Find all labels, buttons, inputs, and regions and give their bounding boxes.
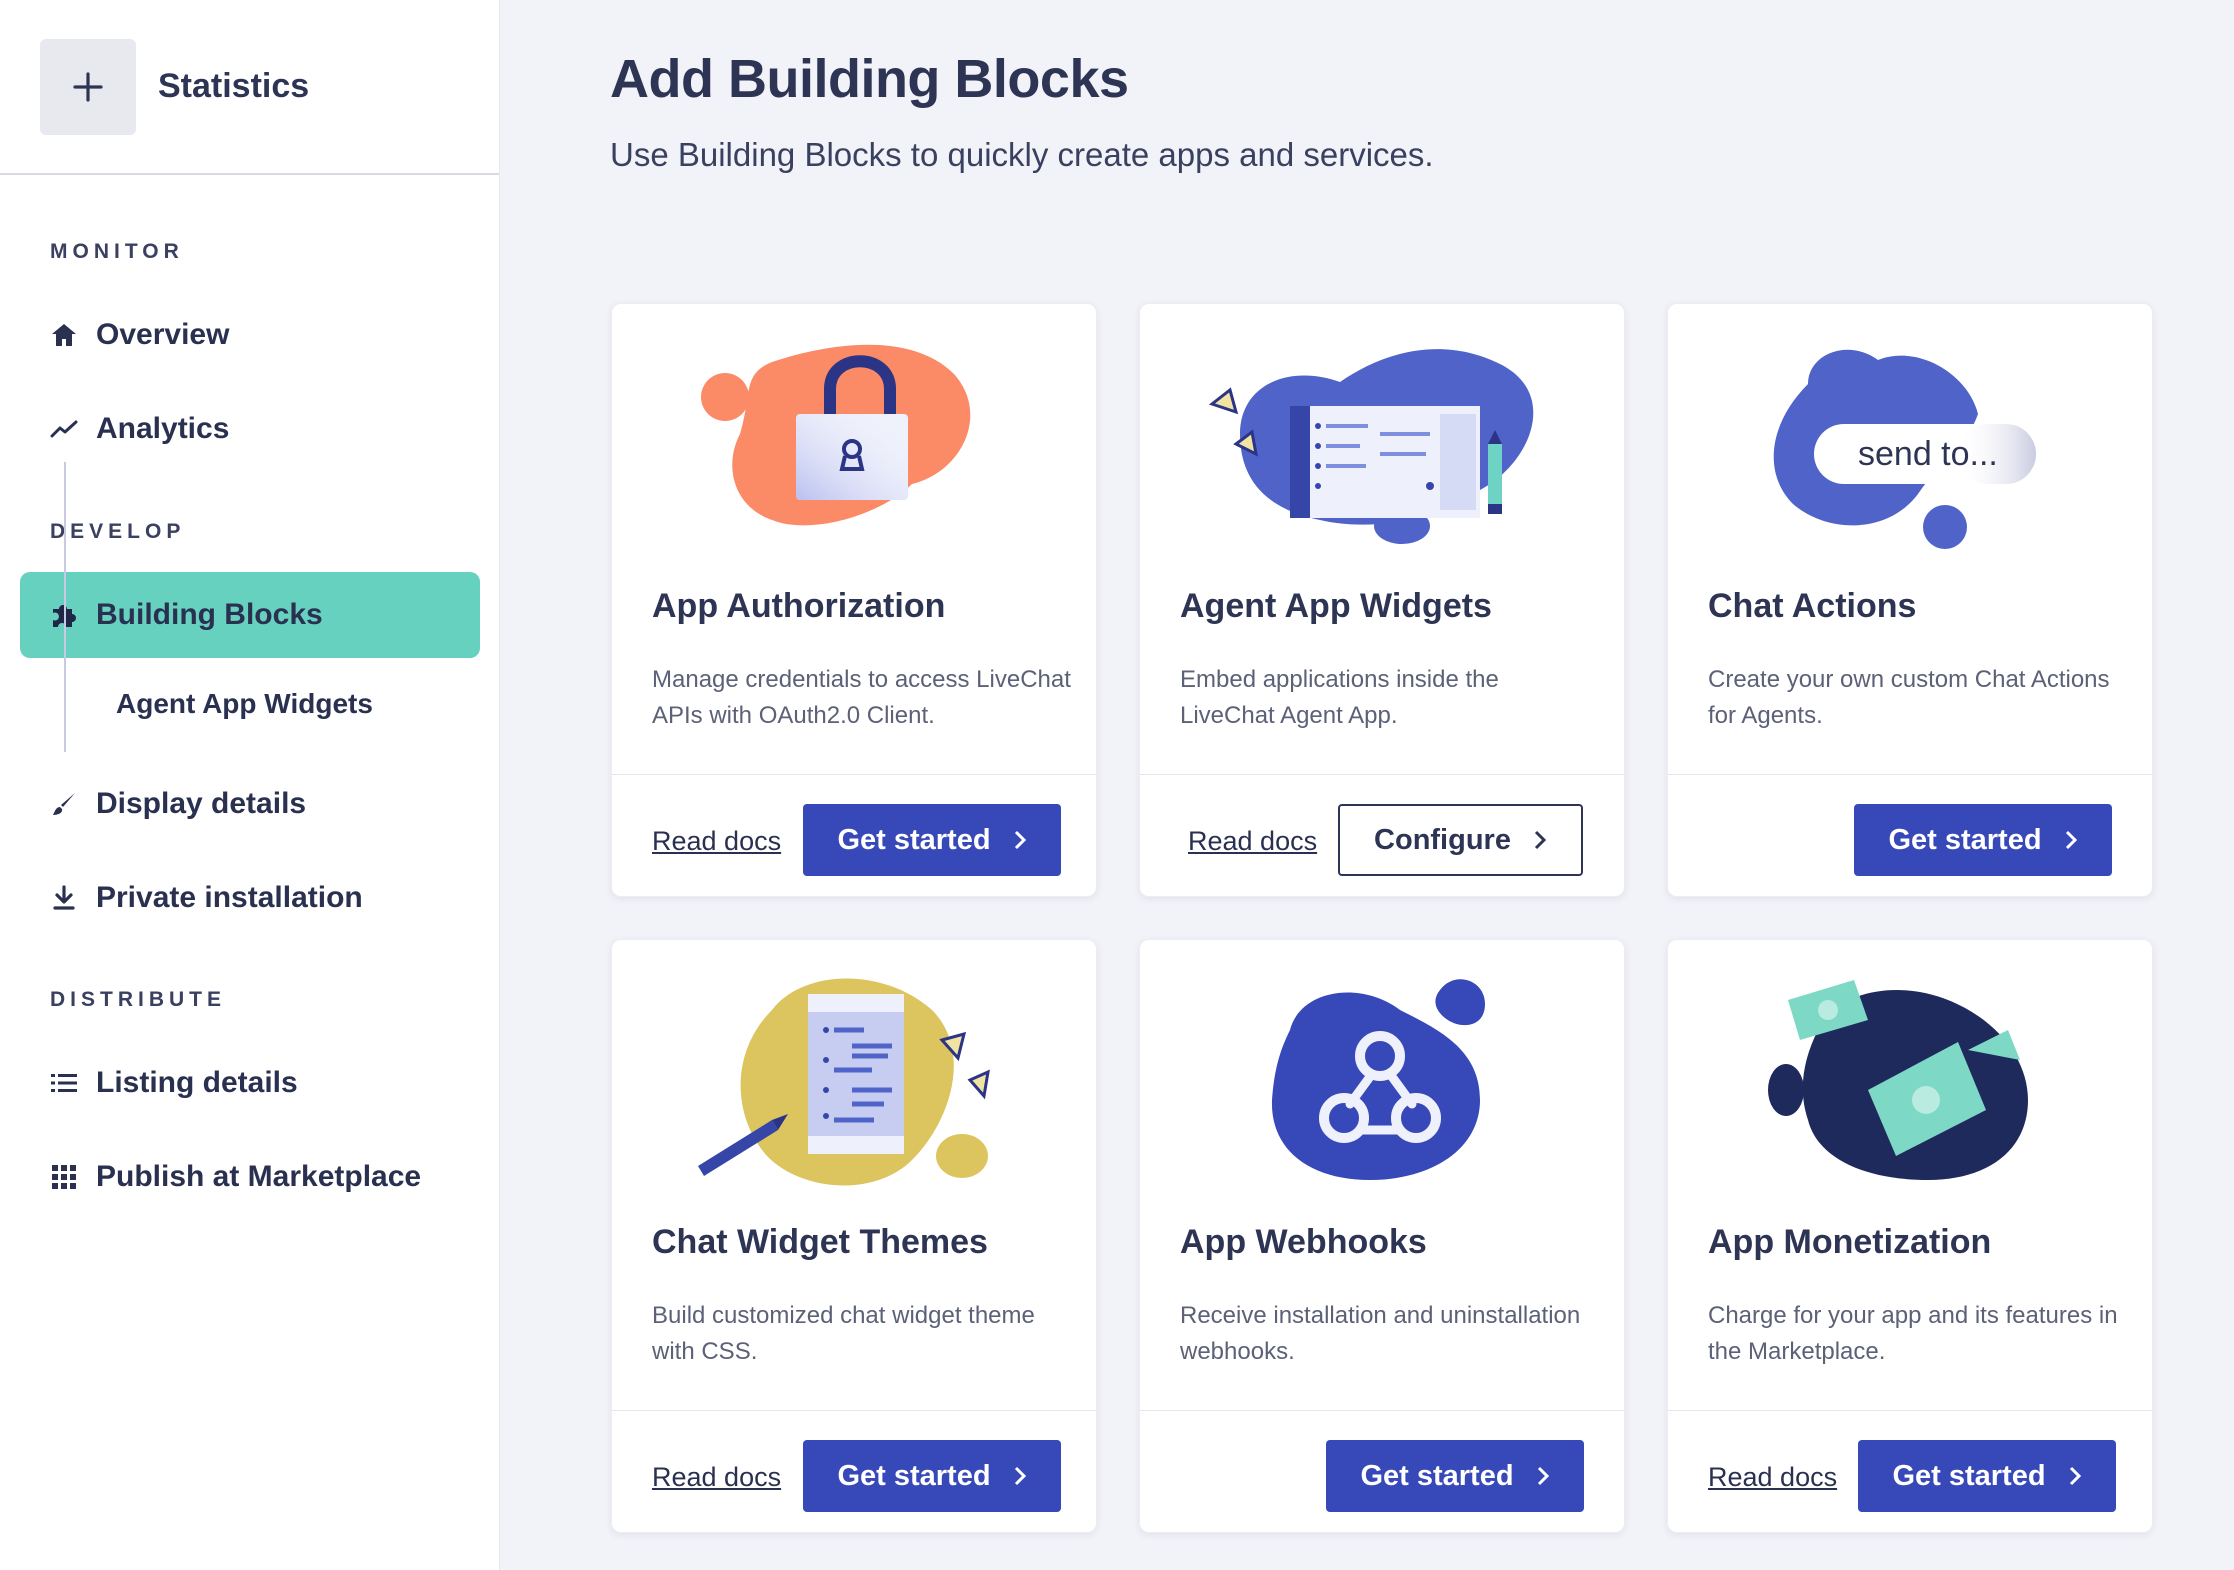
money-illustration	[1768, 980, 2028, 1180]
page-title: Add Building Blocks	[610, 49, 1129, 109]
sidebar-item-overview[interactable]: Overview	[20, 292, 480, 378]
grid-icon	[50, 1163, 78, 1191]
submenu-guide-line	[64, 462, 66, 752]
home-icon	[50, 321, 78, 349]
get-started-button[interactable]: Get started	[1854, 804, 2112, 876]
page-subtitle: Use Building Blocks to quickly create ap…	[610, 136, 1434, 173]
card-description: Create your own custom Chat Actions for …	[1708, 666, 2110, 729]
brush-icon	[50, 790, 78, 818]
section-develop: DEVELOP	[50, 520, 186, 543]
chevron-right-icon	[1536, 1465, 1550, 1487]
card-app-authorization: App Authorization Manage credentials to …	[611, 303, 1097, 897]
chevron-right-icon	[2064, 829, 2078, 851]
sidebar-subitem-agent-app-widgets[interactable]: Agent App Widgets	[116, 688, 373, 720]
card-title: App Monetization	[1708, 1223, 1992, 1261]
read-docs-link[interactable]: Read docs	[652, 1462, 781, 1493]
app-header: Statistics	[0, 0, 499, 175]
chevron-right-icon	[1013, 1465, 1027, 1487]
card-chat-widget-themes: Chat Widget Themes Build customized chat…	[611, 939, 1097, 1533]
trend-icon	[50, 415, 78, 443]
sidebar-item-label: Overview	[96, 318, 230, 351]
sidebar-item-label: Publish at Marketplace	[96, 1160, 422, 1193]
card-divider	[1668, 1410, 2152, 1411]
widget-illustration	[1208, 349, 1534, 544]
send-to-illustration: send to...	[1773, 349, 2036, 549]
card-description: Charge for your app and its features in …	[1708, 1302, 2118, 1365]
card-app-webhooks: App Webhooks Receive installation and un…	[1139, 939, 1625, 1533]
card-title: App Webhooks	[1180, 1223, 1427, 1261]
get-started-button[interactable]: Get started	[803, 1440, 1061, 1512]
sidebar-item-analytics[interactable]: Analytics	[20, 386, 480, 472]
send-to-label: send to...	[1858, 435, 1998, 473]
sidebar-item-publish-marketplace[interactable]: Publish at Marketplace	[20, 1134, 480, 1220]
section-distribute: DISTRIBUTE	[50, 988, 226, 1011]
card-divider	[1140, 1410, 1624, 1411]
button-label: Get started	[837, 823, 991, 856]
card-description: Receive installation and uninstallation …	[1180, 1302, 1581, 1365]
get-started-button[interactable]: Get started	[1326, 1440, 1584, 1512]
sidebar-item-label: Listing details	[96, 1066, 298, 1099]
button-label: Get started	[1892, 1459, 2046, 1492]
themes-illustration	[698, 978, 990, 1186]
get-started-button[interactable]: Get started	[1858, 1440, 2116, 1512]
card-title: Agent App Widgets	[1180, 587, 1492, 625]
section-monitor: MONITOR	[50, 240, 184, 263]
card-description: Manage credentials to access LiveChat AP…	[652, 666, 1071, 729]
card-divider	[1668, 774, 2152, 775]
sidebar-item-label: Display details	[96, 787, 307, 820]
padlock-illustration	[701, 344, 971, 526]
button-label: Get started	[837, 1459, 991, 1492]
get-started-button[interactable]: Get started	[803, 804, 1061, 876]
app-title: Statistics	[158, 67, 310, 105]
card-description: Build customized chat widget theme with …	[652, 1302, 1035, 1365]
card-divider	[612, 774, 1096, 775]
read-docs-link[interactable]: Read docs	[1708, 1462, 1837, 1493]
sidebar-item-label: Private installation	[96, 881, 363, 914]
list-icon	[50, 1069, 78, 1097]
card-divider	[612, 1410, 1096, 1411]
download-icon	[50, 884, 78, 912]
card-divider	[1140, 774, 1624, 775]
configure-button[interactable]: Configure	[1338, 804, 1583, 876]
card-title: Chat Widget Themes	[652, 1223, 988, 1261]
plus-icon	[73, 71, 103, 102]
read-docs-link[interactable]: Read docs	[1188, 826, 1317, 857]
card-description: Embed applications inside the LiveChat A…	[1180, 666, 1499, 729]
sidebar-item-private-installation[interactable]: Private installation	[20, 855, 480, 941]
chevron-right-icon	[1013, 829, 1027, 851]
sidebar-item-building-blocks[interactable]: Building Blocks	[20, 572, 480, 658]
card-app-monetization: App Monetization Charge for your app and…	[1667, 939, 2153, 1533]
card-title: App Authorization	[652, 587, 946, 625]
sidebar-item-display-details[interactable]: Display details	[20, 761, 480, 847]
sidebar-item-listing-details[interactable]: Listing details	[20, 1040, 480, 1126]
card-title: Chat Actions	[1708, 587, 1917, 625]
card-agent-app-widgets: Agent App Widgets Embed applications ins…	[1139, 303, 1625, 897]
button-label: Get started	[1360, 1459, 1514, 1492]
webhook-illustration	[1271, 979, 1485, 1180]
sidebar-item-label: Building Blocks	[96, 598, 323, 631]
button-label: Configure	[1374, 823, 1511, 856]
button-label: Get started	[1888, 823, 2042, 856]
app-icon-button[interactable]	[40, 38, 136, 135]
read-docs-link[interactable]: Read docs	[652, 826, 781, 857]
sidebar: Statistics MONITOR Overview Analytics DE…	[0, 0, 500, 1570]
chevron-right-icon	[1533, 829, 1547, 851]
chevron-right-icon	[2068, 1465, 2082, 1487]
card-chat-actions: send to... Chat Actions Create your own …	[1667, 303, 2153, 897]
sidebar-item-label: Analytics	[96, 412, 230, 445]
